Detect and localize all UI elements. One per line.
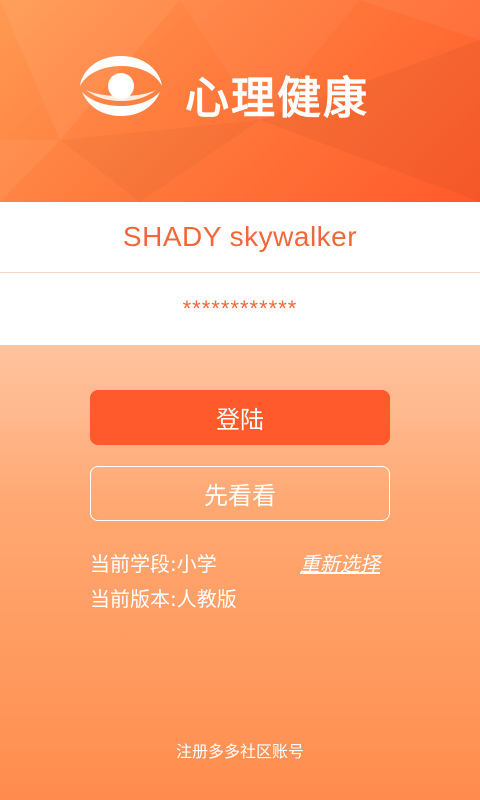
username-input[interactable]	[0, 220, 480, 254]
current-edition-label: 当前版本:人教版	[90, 587, 237, 611]
password-field[interactable]	[0, 273, 480, 345]
eye-ring-logo-icon	[80, 56, 162, 116]
password-input[interactable]	[0, 295, 480, 323]
app-title: 心理健康	[185, 73, 369, 124]
app-header: 心理健康	[0, 0, 480, 202]
register-link[interactable]: 注册多多社区账号	[0, 738, 480, 762]
preview-button[interactable]: 先看看	[90, 466, 390, 521]
login-button[interactable]: 登陆	[90, 390, 390, 445]
reselect-link[interactable]: 重新选择	[300, 548, 380, 577]
current-stage-label: 当前学段:小学	[90, 552, 217, 576]
username-field[interactable]	[0, 202, 480, 272]
